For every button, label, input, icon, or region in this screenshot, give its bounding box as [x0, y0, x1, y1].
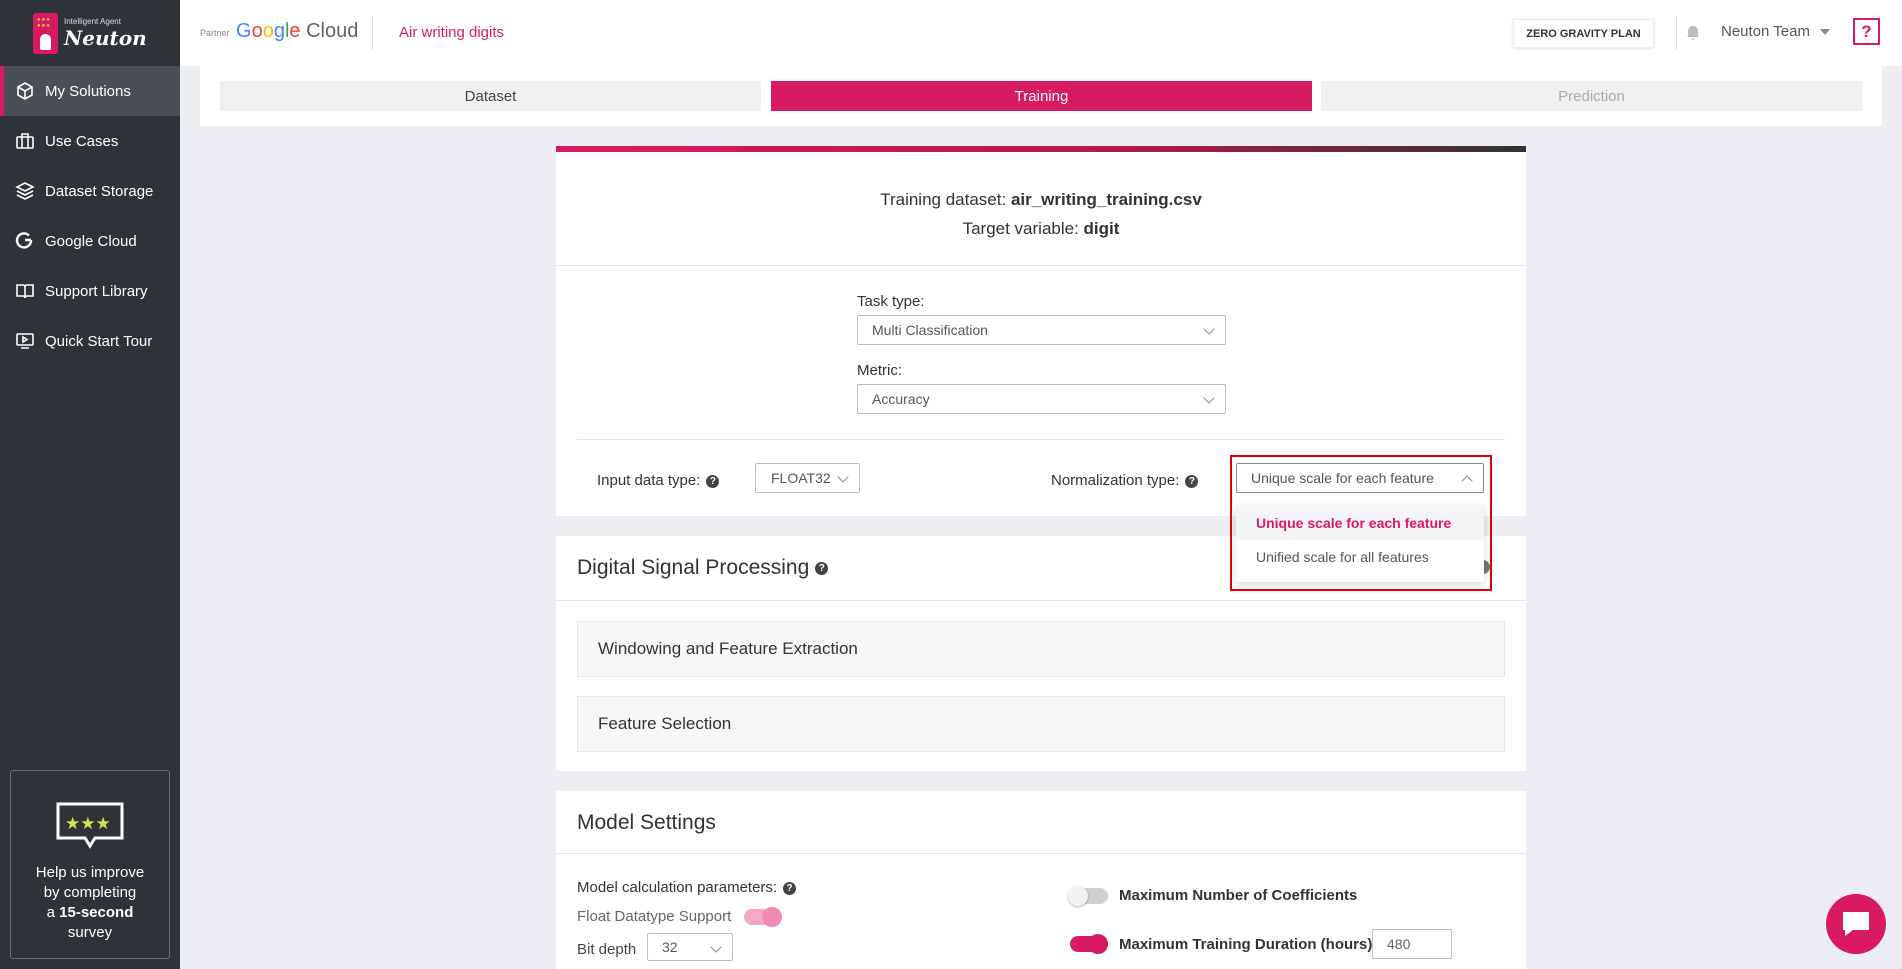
- question-icon[interactable]: ?: [783, 881, 797, 895]
- highlight-box: [1230, 455, 1492, 591]
- chevron-down-icon: [837, 471, 849, 483]
- model-calc-params-label: Model calculation parameters:?: [577, 879, 797, 896]
- tab-training[interactable]: Training: [771, 81, 1312, 111]
- input-data-type-label: Input data type:?: [597, 472, 720, 489]
- float-support-label: Float Datatype Support: [577, 908, 732, 925]
- user-menu[interactable]: Neuton Team: [1721, 23, 1830, 40]
- chevron-down-icon: [1819, 28, 1830, 35]
- bit-depth-label: Bit depth: [577, 941, 637, 958]
- metric-label: Metric:: [857, 362, 902, 379]
- book-icon: [15, 281, 35, 301]
- chevron-down-icon: [1203, 323, 1215, 335]
- sidebar-item-google-cloud[interactable]: Google Cloud: [0, 216, 180, 266]
- max-duration-toggle[interactable]: [1070, 934, 1108, 954]
- sidebar: ●●● ●●● Intelligent Agent Neuton My Solut…: [0, 0, 180, 969]
- sidebar-item-label: Support Library: [45, 282, 148, 300]
- max-coefficients-label: Maximum Number of Coefficients: [1119, 887, 1358, 904]
- panel-windowing[interactable]: Windowing and Feature Extraction: [577, 621, 1505, 677]
- google-icon: [15, 231, 35, 251]
- max-duration-label: Maximum Training Duration (hours): [1119, 936, 1373, 953]
- chat-button[interactable]: [1826, 894, 1886, 954]
- sidebar-item-use-cases[interactable]: Use Cases: [0, 116, 180, 166]
- svg-text:★★★: ★★★: [65, 814, 111, 834]
- tab-prediction[interactable]: Prediction: [1321, 81, 1862, 111]
- neuton-logo[interactable]: ●●● ●●● Intelligent Agent Neuton: [0, 0, 180, 66]
- max-duration-input[interactable]: 480: [1372, 929, 1452, 959]
- google-cloud-logo: Google Cloud: [236, 20, 359, 42]
- training-dataset-line: Training dataset: air_writing_training.c…: [880, 190, 1202, 209]
- sidebar-item-label: Google Cloud: [45, 232, 137, 250]
- question-icon[interactable]: ?: [706, 474, 720, 488]
- task-type-select[interactable]: Multi Classification: [857, 315, 1226, 345]
- max-coefficients-toggle[interactable]: [1068, 886, 1108, 906]
- model-settings-title: Model Settings: [577, 811, 716, 834]
- chevron-down-icon: [710, 941, 722, 953]
- metric-select[interactable]: Accuracy: [857, 384, 1226, 414]
- help-button[interactable]: ?: [1853, 18, 1880, 45]
- user-name: Neuton Team: [1721, 23, 1810, 40]
- float-support-toggle[interactable]: [744, 907, 782, 927]
- chevron-down-icon: [1203, 392, 1215, 404]
- sidebar-item-my-solutions[interactable]: My Solutions: [0, 66, 180, 116]
- logo-subtitle: Intelligent Agent: [64, 16, 121, 26]
- step-tabs: Dataset Training Prediction: [200, 66, 1882, 126]
- input-data-type-select[interactable]: FLOAT32: [755, 463, 860, 493]
- rating-stars-icon: ★★★: [55, 801, 125, 849]
- question-icon[interactable]: ?: [815, 561, 829, 575]
- plan-button[interactable]: ZERO GRAVITY PLAN: [1513, 19, 1654, 48]
- sidebar-item-label: Dataset Storage: [45, 182, 154, 200]
- logo-name: Neuton: [64, 25, 147, 50]
- sidebar-item-dataset-storage[interactable]: Dataset Storage: [0, 166, 180, 216]
- bell-icon[interactable]: [1683, 22, 1703, 42]
- question-icon[interactable]: ?: [1185, 474, 1199, 488]
- sidebar-item-support-library[interactable]: Support Library: [0, 266, 180, 316]
- survey-card[interactable]: ★★★ Help us improve by completing a 15-s…: [10, 770, 170, 959]
- panel-feature-selection[interactable]: Feature Selection: [577, 696, 1505, 752]
- chat-icon: [1843, 912, 1869, 936]
- sidebar-item-label: Use Cases: [45, 132, 119, 150]
- top-header: Partner Google Cloud Air writing digits …: [180, 0, 1902, 66]
- project-name[interactable]: Air writing digits: [399, 24, 504, 41]
- normalization-type-label: Normalization type:?: [1051, 472, 1199, 489]
- briefcase-icon: [15, 131, 35, 151]
- sidebar-item-label: Quick Start Tour: [45, 332, 153, 350]
- play-screen-icon: [15, 331, 35, 351]
- model-settings-card: Model Settings Model calculation paramet…: [556, 791, 1526, 969]
- sidebar-item-label: My Solutions: [45, 82, 131, 100]
- sidebar-item-quick-start-tour[interactable]: Quick Start Tour: [0, 316, 180, 366]
- target-variable-line: Target variable: digit: [962, 219, 1120, 238]
- partner-label: Partner: [200, 28, 230, 38]
- logo-icon: ●●● ●●●: [33, 12, 58, 54]
- target-variable-value: digit: [1083, 219, 1120, 238]
- training-dataset-file: air_writing_training.csv: [1010, 190, 1202, 209]
- tab-dataset[interactable]: Dataset: [220, 81, 761, 111]
- survey-text: Help us improve by completing a 15-secon…: [35, 864, 145, 941]
- task-type-label: Task type:: [857, 293, 925, 310]
- bit-depth-select[interactable]: 32: [647, 933, 733, 961]
- layers-icon: [15, 181, 35, 201]
- cube-icon: [15, 81, 35, 101]
- dsp-title: Digital Signal Processing?: [577, 556, 829, 580]
